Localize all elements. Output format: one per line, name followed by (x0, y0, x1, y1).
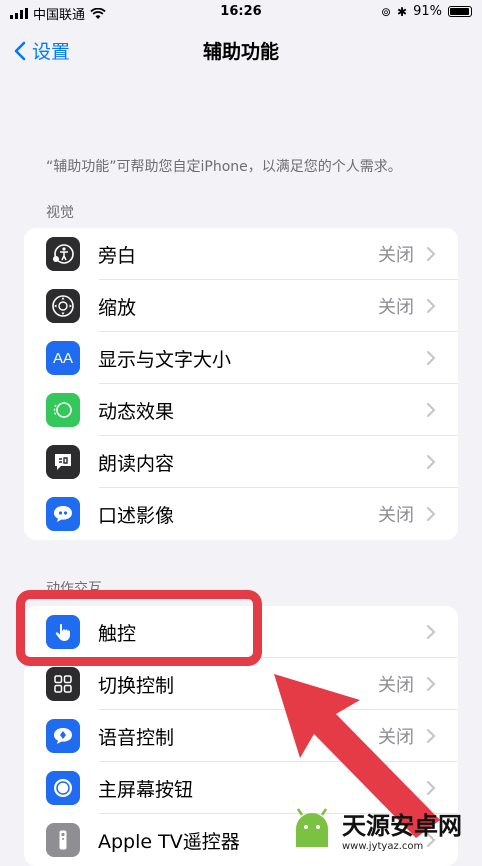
grid-icon (46, 667, 80, 701)
text-size-icon: AA (46, 341, 80, 375)
row-label: 旁白 (98, 244, 137, 267)
watermark: 天源安卓网 www.jytyaz.com (288, 806, 462, 852)
highlight-box (16, 590, 262, 666)
row-label: 显示与文字大小 (98, 348, 232, 371)
row-audio-descriptions[interactable]: 口述影像 关闭 (24, 488, 458, 540)
voiceover-icon (46, 237, 80, 271)
clock: 16:26 (220, 4, 262, 19)
row-label: 朗读内容 (98, 452, 175, 475)
watermark-url: www.jytyaz.com (342, 841, 424, 852)
row-motion[interactable]: 动态效果 (24, 384, 458, 436)
quote-bubble-icon (46, 497, 80, 531)
bluetooth-icon: ✱ (397, 4, 408, 19)
row-label: 缩放 (98, 296, 137, 319)
chevron-right-icon (427, 351, 436, 365)
chevron-right-icon (427, 507, 436, 521)
status-bar: 中国联通 16:26 ⊚ ✱ 91% (0, 0, 482, 24)
chevron-right-icon (427, 625, 436, 639)
row-label: 动态效果 (98, 400, 175, 423)
chevron-right-icon (427, 299, 436, 313)
remote-icon (46, 823, 80, 857)
row-voiceover[interactable]: 旁白 关闭 (24, 228, 458, 280)
lock-rotation-icon: ⊚ (380, 4, 392, 19)
section-label-vision: 视觉 (46, 205, 74, 221)
description-text: “辅助功能”可帮助您自定iPhone，以满足您的个人需求。 (46, 159, 402, 175)
home-button-icon (46, 771, 80, 805)
row-value: 关闭 (378, 245, 414, 266)
page-title: 辅助功能 (202, 41, 279, 63)
row-spoken-content[interactable]: 朗读内容 (24, 436, 458, 488)
row-value: 关闭 (378, 297, 414, 318)
battery-label: 91% (413, 4, 442, 19)
zoom-icon (46, 289, 80, 323)
navigation-bar: 设置 辅助功能 (0, 32, 482, 68)
row-display-text-size[interactable]: AA 显示与文字大小 (24, 332, 458, 384)
watermark-title: 天源安卓网 (342, 812, 462, 840)
chevron-right-icon (427, 455, 436, 469)
row-value: 关闭 (378, 505, 414, 526)
motion-icon (46, 393, 80, 427)
row-label: 口述影像 (98, 504, 175, 527)
speech-bubble-icon (46, 445, 80, 479)
chevron-right-icon (427, 247, 436, 261)
chevron-right-icon (427, 403, 436, 417)
android-logo-icon (296, 808, 328, 847)
vision-group: 旁白 关闭 缩放 关闭 AA 显示与文字大小 动态效果 朗读内容 口述影像 关闭 (24, 228, 458, 540)
voice-control-icon (46, 719, 80, 753)
row-zoom[interactable]: 缩放 关闭 (24, 280, 458, 332)
battery-icon (448, 6, 472, 17)
